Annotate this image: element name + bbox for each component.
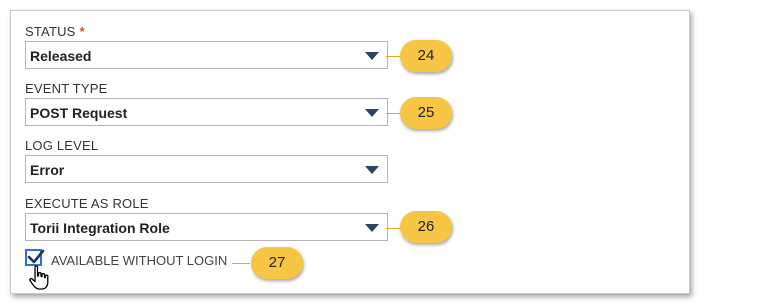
caret-down-icon[interactable] <box>365 52 379 60</box>
callout-leader <box>232 263 250 264</box>
log-level-select[interactable]: Error <box>25 155 388 183</box>
log-level-value: Error <box>30 162 65 178</box>
available-without-login-checkbox[interactable] <box>25 249 45 266</box>
callout-badge: 24 <box>400 40 452 72</box>
status-label: STATUS * <box>25 24 85 39</box>
event-type-label: EVENT TYPE <box>25 81 108 96</box>
hand-pointer-icon <box>28 265 50 296</box>
execute-as-role-select[interactable]: Torii Integration Role <box>25 213 388 241</box>
execute-as-role-label: EXECUTE AS ROLE <box>25 196 149 211</box>
required-mark: * <box>79 24 85 39</box>
callout-badge: 27 <box>251 247 303 279</box>
form-panel: STATUS * Released EVENT TYPE POST Request… <box>10 10 690 294</box>
caret-down-icon[interactable] <box>365 166 379 174</box>
status-select[interactable]: Released <box>25 41 388 69</box>
callout-badge: 25 <box>400 97 452 129</box>
callout-badge: 26 <box>400 211 452 243</box>
event-type-value: POST Request <box>30 105 128 121</box>
log-level-label: LOG LEVEL <box>25 138 99 153</box>
execute-as-role-value: Torii Integration Role <box>30 220 170 236</box>
caret-down-icon[interactable] <box>365 224 379 232</box>
caret-down-icon[interactable] <box>365 109 379 117</box>
status-value: Released <box>30 48 92 64</box>
event-type-select[interactable]: POST Request <box>25 98 388 126</box>
check-icon <box>27 249 45 264</box>
available-without-login-label: AVAILABLE WITHOUT LOGIN <box>51 253 228 268</box>
